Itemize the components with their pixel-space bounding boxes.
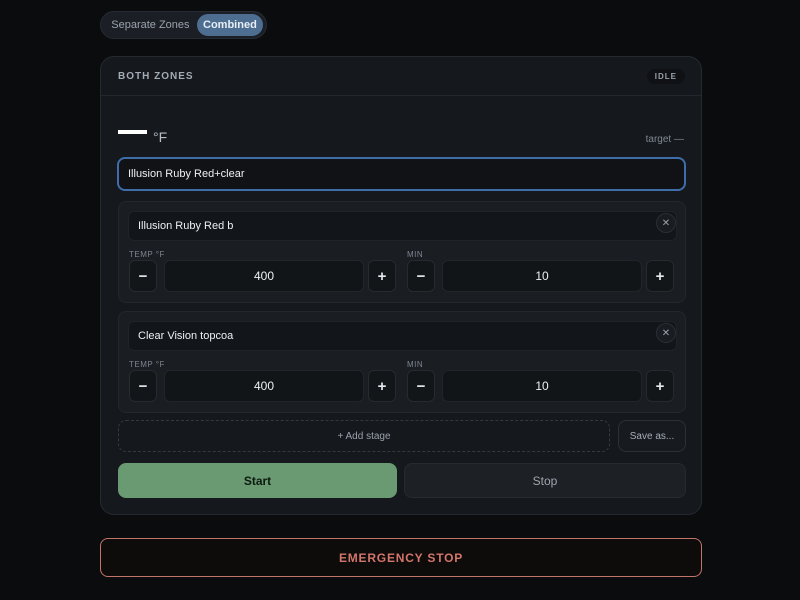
- minutes-decrement-button[interactable]: −: [407, 370, 435, 402]
- remove-stage-button[interactable]: ✕: [656, 323, 676, 343]
- minutes-increment-button[interactable]: +: [646, 370, 674, 402]
- separate-zones-option[interactable]: Separate Zones: [104, 14, 197, 36]
- minutes-label: MIN: [407, 360, 424, 369]
- minutes-increment-button[interactable]: +: [646, 260, 674, 292]
- temp-label: TEMP °F: [129, 360, 165, 369]
- temp-increment-button[interactable]: +: [368, 260, 396, 292]
- plus-icon: +: [377, 267, 387, 285]
- zone-control-card: BOTH ZONES IDLE °F target — ✕ TEMP °F MI…: [100, 56, 702, 515]
- card-title: BOTH ZONES: [118, 70, 194, 82]
- stop-button[interactable]: Stop: [404, 463, 686, 498]
- emergency-stop-button[interactable]: EMERGENCY STOP: [100, 538, 702, 577]
- temperature-unit: °F: [153, 129, 168, 145]
- target-temperature: target —: [645, 134, 684, 145]
- status-badge: IDLE: [646, 68, 685, 84]
- stage-name-input[interactable]: [128, 211, 677, 241]
- add-stage-button[interactable]: + Add stage: [118, 420, 610, 452]
- temp-value-input[interactable]: [164, 260, 364, 292]
- minutes-value-input[interactable]: [442, 260, 642, 292]
- profile-name-input[interactable]: [117, 157, 686, 191]
- plus-icon: +: [377, 377, 387, 395]
- temperature-placeholder: [118, 130, 147, 134]
- minutes-value-input[interactable]: [442, 370, 642, 402]
- plus-icon: +: [655, 267, 665, 285]
- temp-value-input[interactable]: [164, 370, 364, 402]
- minutes-decrement-button[interactable]: −: [407, 260, 435, 292]
- save-as-button[interactable]: Save as...: [618, 420, 686, 452]
- temp-decrement-button[interactable]: −: [129, 260, 157, 292]
- remove-stage-button[interactable]: ✕: [656, 213, 676, 233]
- combined-option[interactable]: Combined: [196, 14, 263, 36]
- stage-card: ✕ TEMP °F MIN − + − +: [118, 311, 686, 413]
- stage-card: ✕ TEMP °F MIN − + − +: [118, 201, 686, 303]
- start-button[interactable]: Start: [118, 463, 397, 498]
- plus-icon: +: [655, 377, 665, 395]
- stage-name-input[interactable]: [128, 321, 677, 351]
- close-icon: ✕: [661, 217, 671, 229]
- minus-icon: −: [416, 377, 426, 395]
- temp-decrement-button[interactable]: −: [129, 370, 157, 402]
- minus-icon: −: [138, 377, 148, 395]
- minus-icon: −: [138, 267, 148, 285]
- card-header: BOTH ZONES IDLE: [101, 57, 701, 96]
- temp-increment-button[interactable]: +: [368, 370, 396, 402]
- temp-label: TEMP °F: [129, 250, 165, 259]
- zone-mode-toggle: Separate Zones Combined: [100, 11, 267, 39]
- minus-icon: −: [416, 267, 426, 285]
- minutes-label: MIN: [407, 250, 424, 259]
- close-icon: ✕: [661, 327, 671, 339]
